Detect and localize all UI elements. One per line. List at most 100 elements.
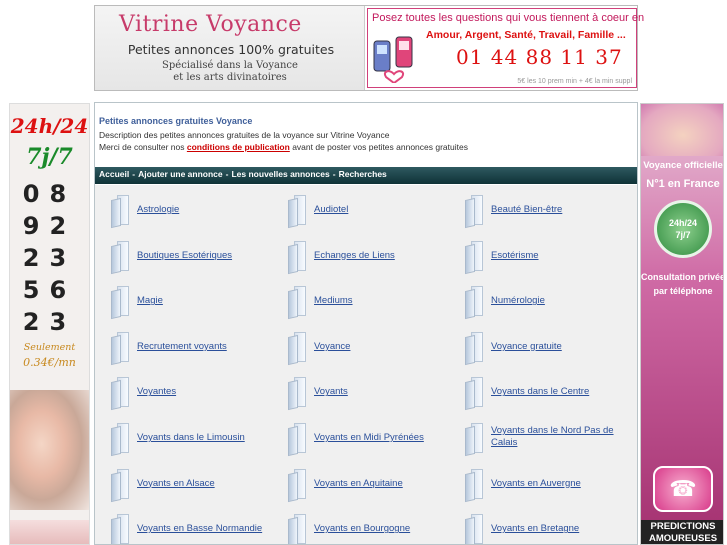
category-item[interactable]: Esotérisme	[457, 231, 632, 277]
category-item[interactable]: Voyants dans le Nord Pas de Calais	[457, 413, 632, 459]
left-ad-only-label: Seulement	[23, 342, 76, 353]
category-item[interactable]: Mediums	[280, 276, 455, 322]
nav-recherches[interactable]: Recherches	[339, 169, 387, 179]
category-link[interactable]: Recrutement voyants	[137, 341, 277, 353]
category-item[interactable]: Voyants en Bourgogne	[280, 504, 455, 544]
category-item[interactable]: Voyants en Midi Pyrénées	[280, 413, 455, 459]
folder-icon	[280, 286, 310, 320]
category-link[interactable]: Voyance	[314, 341, 454, 353]
folder-icon	[103, 195, 133, 229]
category-link[interactable]: Voyants en Auvergne	[491, 478, 631, 490]
nav-nouvelles-annonces[interactable]: Les nouvelles annonces	[231, 169, 329, 179]
ad-headline: Posez toutes les questions qui vous tien…	[372, 12, 645, 24]
category-item[interactable]: Boutiques Esotériques	[103, 231, 278, 277]
top-banner: Vitrine Voyance Petites annonces 100% gr…	[94, 5, 644, 91]
folder-icon	[457, 286, 487, 320]
site-logo[interactable]: Vitrine Voyance Petites annonces 100% gr…	[95, 6, 365, 90]
category-item[interactable]: Audiotel	[280, 185, 455, 231]
left-phone-advert[interactable]: 24h/24 7j/7 08 92 23 56 23 Seulement 0.3…	[9, 103, 90, 545]
category-link[interactable]: Mediums	[314, 295, 454, 307]
ad-price-note: 5€ les 10 prem min + 4€ la min suppl	[517, 78, 632, 85]
category-link[interactable]: Voyants en Alsace	[137, 478, 277, 490]
category-link[interactable]: Voyants en Aquitaine	[314, 478, 454, 490]
category-link[interactable]: Voyants en Midi Pyrénées	[314, 432, 454, 444]
phone-advert-banner[interactable]: Posez toutes les questions qui vous tien…	[367, 8, 644, 88]
category-link[interactable]: Voyants dans le Nord Pas de Calais	[491, 425, 631, 449]
right-voyance-advert[interactable]: Voyance officielle N°1 en France 24h/24 …	[640, 103, 724, 545]
left-ad-price: 0.34€/mn	[23, 356, 76, 369]
folder-icon	[103, 331, 133, 365]
left-ad-days: 7j/7	[26, 144, 73, 170]
woman-portrait-image	[641, 104, 723, 156]
page-description: Description des petites annonces gratuit…	[99, 130, 390, 140]
category-link[interactable]: Beauté Bien-être	[491, 204, 631, 216]
category-link[interactable]: Magie	[137, 295, 277, 307]
category-item[interactable]: Voyants en Bretagne	[457, 504, 632, 544]
category-item[interactable]: Voyants dans le Centre	[457, 367, 632, 413]
nav-ajouter-annonce[interactable]: Ajouter une annonce	[138, 169, 223, 179]
category-link[interactable]: Audiotel	[314, 204, 454, 216]
phones-icon	[373, 36, 413, 83]
folder-icon	[103, 514, 133, 544]
woman-face-image	[10, 390, 89, 510]
right-ad-number-one: N°1 en France	[646, 178, 720, 190]
category-item[interactable]: Magie	[103, 276, 278, 322]
folder-icon	[280, 240, 310, 274]
category-link[interactable]: Echanges de Liens	[314, 250, 454, 262]
conditions-link[interactable]: conditions de publication	[187, 142, 290, 152]
category-link[interactable]: Esotérisme	[491, 250, 631, 262]
category-link[interactable]: Voyants	[314, 386, 454, 398]
category-item[interactable]: Voyants en Auvergne	[457, 459, 632, 505]
folder-icon	[457, 240, 487, 274]
nav-separator: -	[132, 169, 136, 179]
category-item[interactable]: Voyance gratuite	[457, 322, 632, 368]
note-suffix: avant de poster vos petites annonces gra…	[289, 142, 468, 152]
nav-separator: -	[332, 169, 336, 179]
ad-phone-number: 01 44 88 11 37	[456, 45, 623, 69]
publication-note: Merci de consulter nos conditions de pub…	[99, 142, 468, 152]
category-item[interactable]: Numérologie	[457, 276, 632, 322]
left-ad-digits-5: 23	[22, 308, 77, 336]
category-link[interactable]: Numérologie	[491, 295, 631, 307]
eye-image	[10, 520, 89, 544]
folder-icon	[457, 423, 487, 457]
folder-icon	[103, 468, 133, 502]
category-link[interactable]: Voyance gratuite	[491, 341, 631, 353]
category-item[interactable]: Voyants dans le Limousin	[103, 413, 278, 459]
predictions-line1: PREDICTIONS	[650, 521, 716, 532]
category-link[interactable]: Voyants dans le Limousin	[137, 432, 277, 444]
folder-icon	[457, 195, 487, 229]
category-link[interactable]: Voyantes	[137, 386, 277, 398]
category-grid: Astrologie Audiotel Beauté Bien-être Boutiq…	[95, 185, 637, 544]
category-item[interactable]: Voyants en Aquitaine	[280, 459, 455, 505]
category-link[interactable]: Voyants en Bourgogne	[314, 523, 454, 535]
category-item[interactable]: Recrutement voyants	[103, 322, 278, 368]
logo-tagline-1: Spécialisé dans la Voyance	[162, 60, 298, 71]
predictions-banner[interactable]: PREDICTIONS AMOUREUSES	[641, 520, 723, 544]
folder-icon	[457, 377, 487, 411]
folder-icon	[103, 377, 133, 411]
category-link[interactable]: Voyants en Basse Normandie	[137, 523, 277, 535]
category-item[interactable]: Voyantes	[103, 367, 278, 413]
category-item[interactable]: Voyants	[280, 367, 455, 413]
nav-separator: -	[225, 169, 229, 179]
nav-accueil[interactable]: Accueil	[99, 169, 129, 179]
category-item[interactable]: Voyants en Basse Normandie	[103, 504, 278, 544]
category-item[interactable]: Voyance	[280, 322, 455, 368]
category-item[interactable]: Astrologie	[103, 185, 278, 231]
folder-icon	[457, 514, 487, 544]
nav-bar: Accueil - Ajouter une annonce - Les nouvelle…	[95, 167, 637, 184]
category-link[interactable]: Astrologie	[137, 204, 277, 216]
category-link[interactable]: Boutiques Esotériques	[137, 250, 277, 262]
predictions-line2: AMOUREUSES	[648, 533, 718, 544]
category-item[interactable]: Voyants en Alsace	[103, 459, 278, 505]
category-item[interactable]: Beauté Bien-être	[457, 185, 632, 231]
phone-call-icon[interactable]: ☎	[653, 466, 713, 512]
category-link[interactable]: Voyants en Bretagne	[491, 523, 631, 535]
category-link[interactable]: Voyants dans le Centre	[491, 386, 631, 398]
logo-subtitle: Petites annonces 100% gratuites	[127, 42, 335, 57]
right-ad-consultation-line1: Consultation privée	[641, 272, 724, 282]
folder-icon	[280, 468, 310, 502]
category-item[interactable]: Echanges de Liens	[280, 231, 455, 277]
left-ad-digits-2: 92	[22, 212, 77, 240]
